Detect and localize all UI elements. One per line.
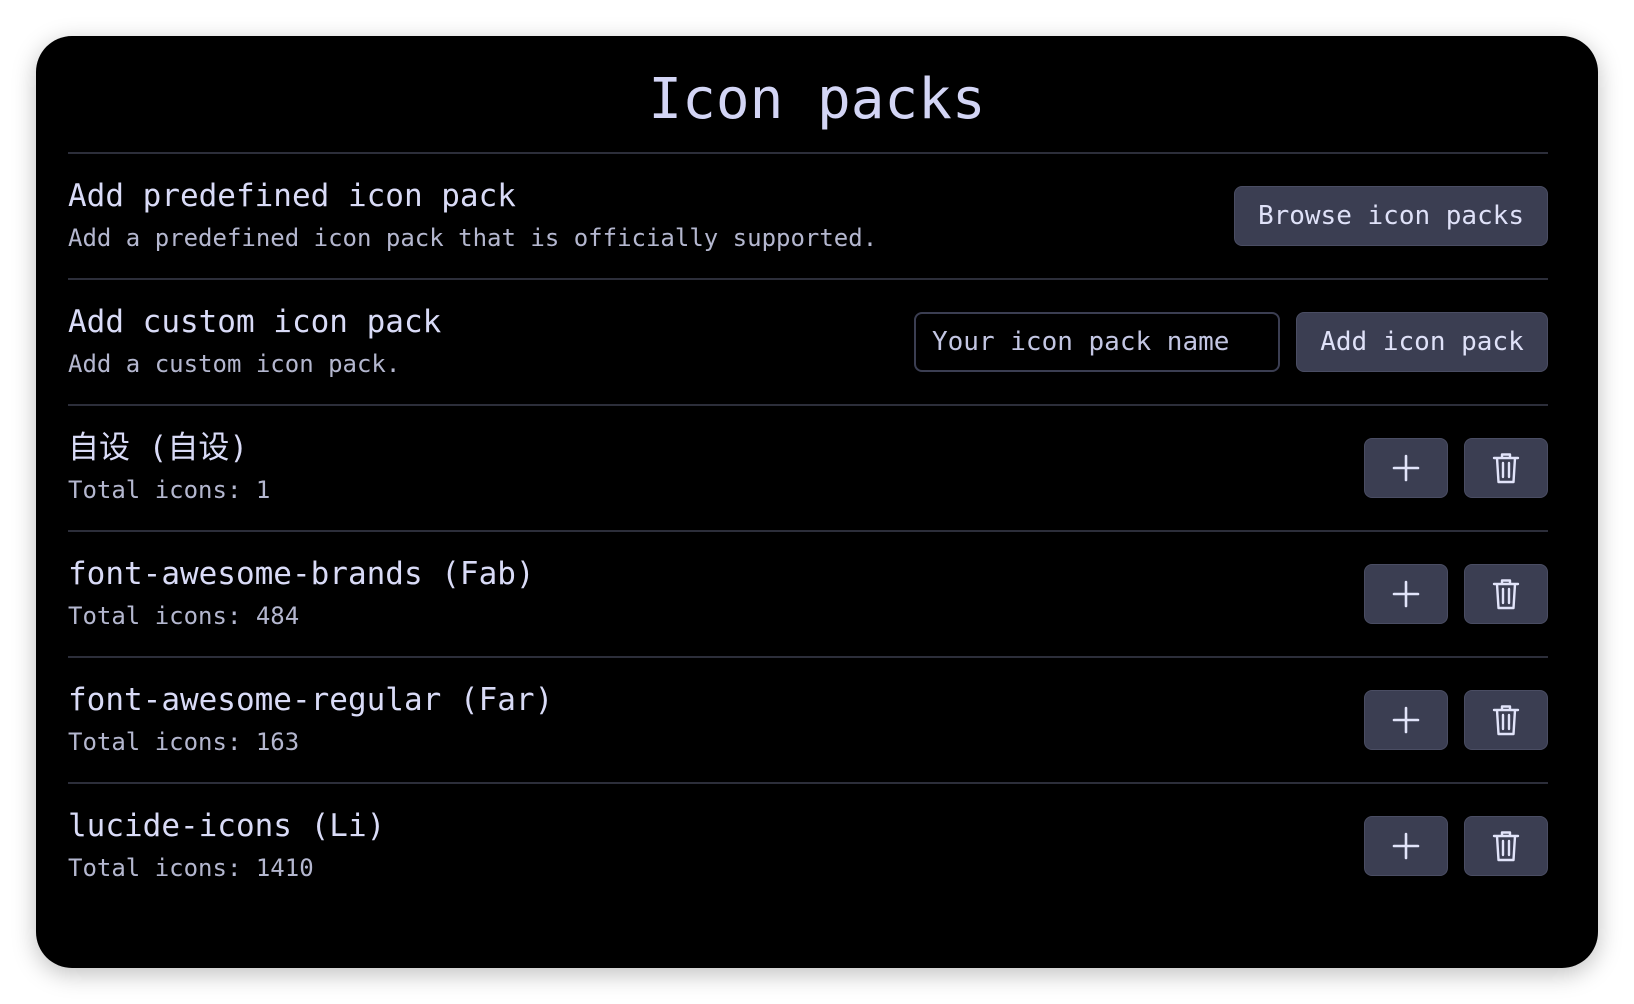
predefined-pack-title: Add predefined icon pack [68, 178, 516, 214]
icon-pack-name: lucide-icons (Li) [68, 808, 386, 844]
icon-pack-count: Total icons: 1 [68, 476, 271, 504]
delete-pack-button[interactable] [1464, 564, 1548, 624]
icon-pack-row: font-awesome-brands (Fab) Total icons: 4… [68, 532, 1548, 656]
custom-pack-row: Add custom icon pack Add a custom icon p… [68, 280, 1548, 404]
delete-pack-button[interactable] [1464, 438, 1548, 498]
trash-icon [1492, 578, 1520, 610]
custom-pack-description: Add a custom icon pack. [68, 350, 401, 378]
trash-icon [1492, 830, 1520, 862]
icon-pack-count: Total icons: 484 [68, 602, 300, 630]
custom-pack-title: Add custom icon pack [68, 304, 442, 340]
add-icon-button[interactable] [1364, 564, 1448, 624]
browse-icon-packs-button[interactable]: Browse icon packs [1234, 186, 1548, 246]
add-icon-button[interactable] [1364, 816, 1448, 876]
predefined-pack-description: Add a predefined icon pack that is offic… [68, 224, 878, 252]
predefined-pack-row: Add predefined icon pack Add a predefine… [68, 154, 1548, 278]
icon-pack-row: 自设 (自设) Total icons: 1 [68, 406, 1548, 530]
plus-icon [1392, 706, 1420, 734]
trash-icon [1492, 704, 1520, 736]
icon-pack-count: Total icons: 1410 [68, 854, 314, 882]
add-icon-button[interactable] [1364, 438, 1448, 498]
trash-icon [1492, 452, 1520, 484]
icon-pack-name: 自设 (自设) [68, 430, 248, 466]
icon-pack-count: Total icons: 163 [68, 728, 300, 756]
plus-icon [1392, 832, 1420, 860]
page-title: Icon packs [648, 67, 986, 132]
plus-icon [1392, 454, 1420, 482]
icon-pack-name-input[interactable] [914, 312, 1280, 372]
icon-pack-name: font-awesome-brands (Fab) [68, 556, 535, 592]
plus-icon [1392, 580, 1420, 608]
delete-pack-button[interactable] [1464, 816, 1548, 876]
icon-pack-row: font-awesome-regular (Far) Total icons: … [68, 658, 1548, 782]
icon-pack-name: font-awesome-regular (Far) [68, 682, 554, 718]
icon-pack-row: lucide-icons (Li) Total icons: 1410 [68, 784, 1548, 908]
icon-packs-panel: Icon packs Add predefined icon pack Add … [36, 36, 1598, 968]
add-icon-pack-button[interactable]: Add icon pack [1296, 312, 1548, 372]
delete-pack-button[interactable] [1464, 690, 1548, 750]
add-icon-button[interactable] [1364, 690, 1448, 750]
